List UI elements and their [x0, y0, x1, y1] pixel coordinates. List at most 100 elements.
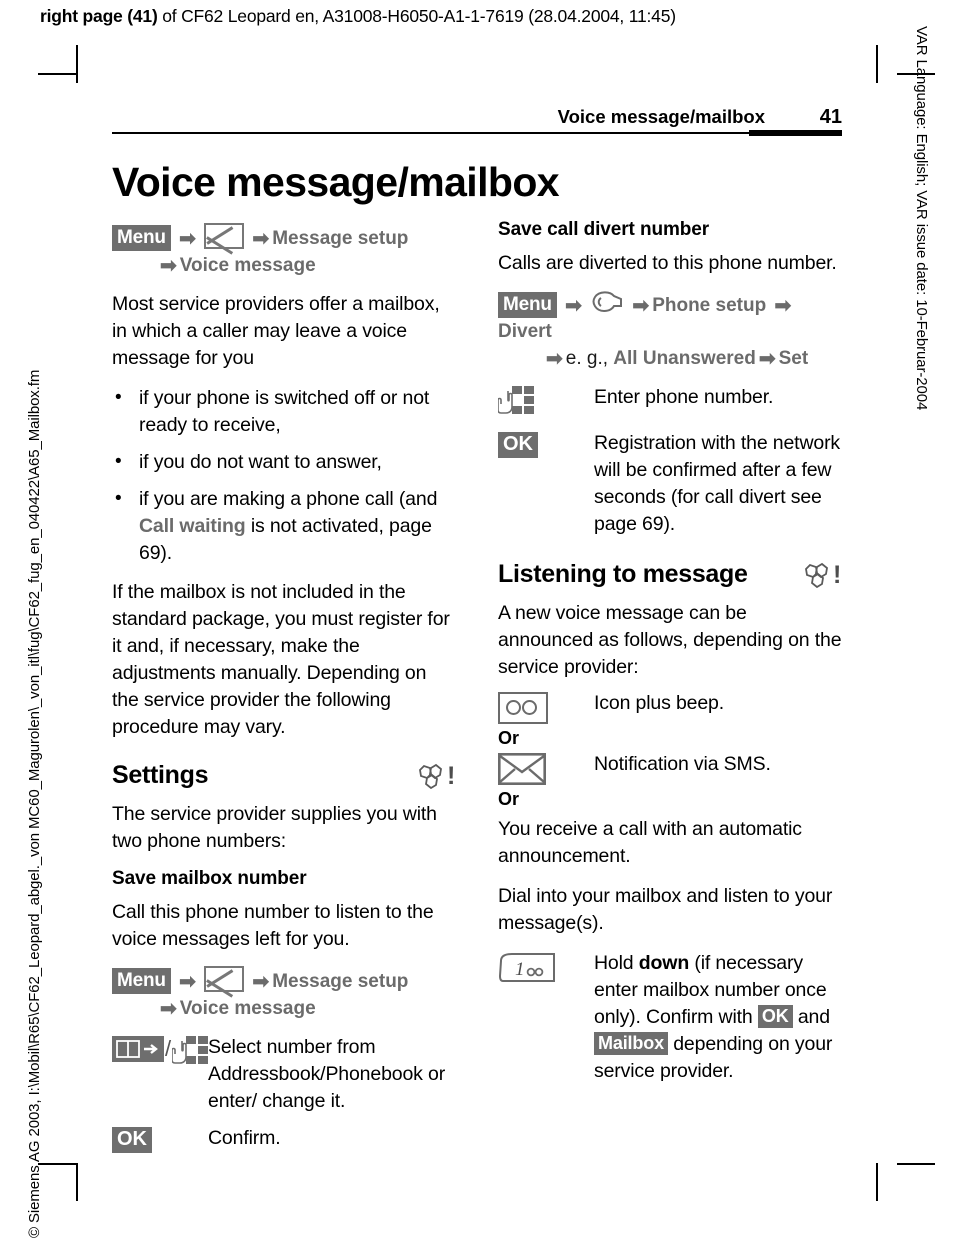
svg-text:1: 1: [515, 959, 525, 980]
crop-mark-top-right-vertical: [876, 45, 878, 83]
menu-item-phone-setup[interactable]: Phone setup: [652, 295, 766, 316]
save-call-divert-text: Calls are diverted to this phone number.: [498, 252, 837, 274]
menu-item-voice-message[interactable]: Voice message: [180, 998, 316, 1019]
ok-softkey-inline[interactable]: OK: [757, 1005, 793, 1028]
list-item: if your phone is switched off or not rea…: [112, 384, 456, 439]
hold-text-3: and: [792, 1006, 830, 1028]
step-icon-group: 1: [498, 950, 594, 982]
print-header-rest: of CF62 Leopard en, A31008-H6050-A1-1-76…: [157, 6, 676, 26]
voicemail-tape-icon: [498, 692, 548, 724]
menu-example-prefix: e. g.,: [565, 348, 614, 369]
step-icon-plus-beep: Icon plus beep.: [498, 690, 842, 724]
save-mailbox-number-text: Call this phone number to listen to the …: [112, 901, 434, 950]
step-text: Registration with the network will be co…: [594, 432, 841, 535]
envelope-outline-icon: [497, 752, 547, 785]
list-item: if you do not want to answer,: [112, 448, 456, 476]
save-mailbox-number-heading: Save mailbox number: [112, 868, 307, 889]
arrow-icon: ➡: [179, 971, 196, 993]
phonebook-key-icon: [112, 1036, 164, 1062]
crop-mark-top-left-vertical: [76, 45, 78, 83]
menu-item-message-setup[interactable]: Message setup: [272, 228, 408, 249]
envelope-icon: [204, 966, 245, 992]
left-margin-file-path: © Siemens AG 2003, I:\Mobil\R65\CF62_Leo…: [26, 369, 43, 1238]
step-text: Enter phone number.: [594, 386, 774, 408]
menu-softkey[interactable]: Menu: [498, 292, 557, 318]
crop-mark-top-left-horizontal: [38, 73, 76, 75]
hold-text-1: Hold: [594, 952, 639, 974]
menu-item-set[interactable]: Set: [779, 348, 809, 369]
menu-item-voice-message[interactable]: Voice message: [180, 255, 316, 276]
crop-mark-bottom-right-horizontal: [897, 1163, 935, 1165]
step-registration: OK Registration with the network will be…: [498, 430, 842, 538]
step-text: Icon plus beep.: [594, 692, 725, 714]
or-label: Or: [498, 789, 520, 809]
page-number: 41: [819, 106, 842, 128]
menu-path-divert: Menu ➡ ➡ Phone setup ➡Divert ➡ e. g., All …: [498, 290, 842, 372]
two-column-layout: Menu ➡ ➡ Message setup ➡ Voice message Mos…: [112, 219, 842, 1163]
settings-intro: The service provider supplies you with t…: [112, 803, 437, 852]
header-rule-thick: [749, 129, 842, 136]
step-sms-notification: Notification via SMS.: [497, 751, 842, 785]
menu-item-all-unanswered[interactable]: All Unanswered: [613, 348, 756, 369]
arrow-icon: ➡: [774, 295, 792, 317]
right-margin-var-info: VAR Language: English; VAR issue date: 1…: [913, 26, 930, 411]
step-text: Confirm.: [208, 1127, 281, 1149]
step-hold-down-key: 1 Hold down (if necessary enter mailbox …: [498, 950, 842, 1085]
intro-paragraph: Most service providers offer a mailbox, …: [112, 293, 440, 369]
arrow-icon: ➡: [632, 295, 650, 317]
step-icon-group: OK: [112, 1125, 208, 1153]
bullet-list: if your phone is switched off or not rea…: [112, 384, 456, 567]
mailbox-softkey-inline[interactable]: Mailbox: [594, 1032, 668, 1055]
step-enter-phone-number: Enter phone number.: [497, 384, 842, 420]
keypad-hand-icon: [171, 1036, 214, 1070]
dial-mailbox-text: Dial into your mailbox and listen to you…: [498, 885, 833, 934]
listening-heading-text: Listening to message: [498, 560, 748, 588]
crop-mark-bottom-left-vertical: [76, 1163, 78, 1201]
arrow-icon: ➡: [565, 295, 582, 317]
list-item: if you are making a phone call (and Call…: [112, 485, 456, 567]
arrow-icon: ➡: [758, 348, 776, 370]
svg-text:!: !: [447, 763, 455, 789]
step-icon-group: [497, 751, 594, 785]
service-provider-dependent-icon: !: [412, 762, 456, 790]
menu-item-divert[interactable]: Divert: [498, 321, 552, 342]
arrow-icon: ➡: [179, 228, 196, 250]
menu-path-voice-message-2: Menu ➡ ➡ Message setup ➡ Voice message: [112, 966, 456, 1022]
listening-intro: A new voice message can be announced as …: [498, 602, 842, 678]
running-head-title: Voice message/mailbox: [557, 106, 765, 127]
step-confirm: OK Confirm.: [112, 1125, 456, 1153]
separator-slash: /: [165, 1036, 172, 1061]
menu-item-message-setup[interactable]: Message setup: [272, 971, 408, 992]
key-1-voicemail-icon: 1: [498, 952, 555, 982]
crop-mark-bottom-right-vertical: [876, 1163, 878, 1201]
hold-text-bold: down: [638, 952, 690, 974]
right-column: Save call divert number Calls are divert…: [497, 219, 842, 1163]
service-provider-dependent-icon: !: [798, 561, 842, 589]
ok-softkey-icon[interactable]: OK: [498, 432, 538, 458]
automatic-announcement-text: You receive a call with an automatic ann…: [498, 818, 802, 867]
step-icon-group: OK: [498, 430, 594, 458]
ok-softkey-icon[interactable]: OK: [112, 1127, 152, 1153]
step-icon-group: [498, 690, 594, 724]
step-text: Hold down (if necessary enter mailbox nu…: [594, 950, 842, 1085]
arrow-icon: ➡: [252, 971, 270, 993]
bullet3-pre: if you are making a phone call (and: [139, 488, 438, 510]
menu-item-call-waiting[interactable]: Call waiting: [139, 515, 246, 537]
or-label: Or: [498, 728, 520, 748]
step-text: Notification via SMS.: [594, 753, 771, 775]
menu-path-voice-message-1: Menu ➡ ➡ Message setup ➡ Voice message: [112, 223, 456, 279]
arrow-icon: ➡: [160, 998, 177, 1020]
arrow-icon: ➡: [252, 228, 270, 250]
settings-heading-text: Settings: [112, 761, 209, 789]
menu-softkey[interactable]: Menu: [112, 225, 171, 251]
crop-mark-bottom-left-horizontal: [38, 1163, 76, 1165]
envelope-icon: [204, 223, 245, 249]
arrow-icon: ➡: [160, 255, 177, 277]
menu-softkey[interactable]: Menu: [112, 968, 171, 994]
chapter-title: Voice message/mailbox: [112, 159, 560, 205]
svg-text:!: !: [833, 562, 841, 588]
running-head: Voice message/mailbox 41: [112, 100, 842, 136]
print-header-bold: right page (41): [40, 6, 158, 26]
listening-to-message-heading: Listening to message !: [498, 560, 842, 589]
paragraph-mailbox-registration: If the mailbox is not included in the st…: [112, 581, 450, 738]
